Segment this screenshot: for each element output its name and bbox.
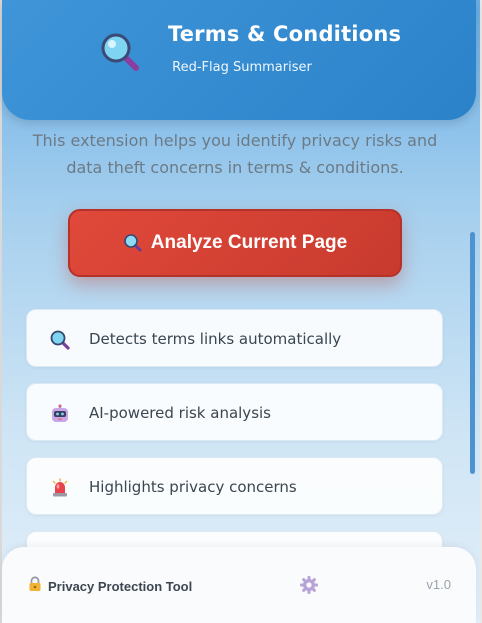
magnifying-glass-icon [49, 329, 71, 351]
lock-icon [28, 576, 42, 596]
description: This extension helps you identify privac… [32, 131, 438, 177]
version-label: v1.0 [426, 577, 451, 592]
robot-icon [49, 403, 71, 425]
feature-card-detects-terms: Detects terms links automatically [26, 309, 443, 367]
magnifying-glass-icon [98, 30, 144, 76]
analyze-button[interactable]: Analyze Current Page [68, 209, 402, 277]
footer-brand: Privacy Protection Tool [28, 576, 192, 596]
feature-card-highlights: Highlights privacy concerns [26, 457, 443, 515]
footer-label: Privacy Protection Tool [48, 578, 193, 594]
page-subtitle: Red-Flag Summariser [172, 60, 312, 75]
feature-card-ai-analysis: AI-powered risk analysis [26, 383, 443, 441]
footer: Privacy Protection Tool v1.0 [2, 547, 476, 623]
gear-icon[interactable] [298, 574, 320, 596]
scrollbar-thumb[interactable] [470, 232, 475, 474]
magnifying-glass-icon [123, 234, 142, 252]
feature-label: AI-powered risk analysis [89, 404, 271, 422]
siren-icon [49, 477, 71, 499]
feature-label: Detects terms links automatically [89, 330, 342, 348]
analyze-button-label: Analyze Current Page [150, 232, 348, 253]
page-title: Terms & Conditions [168, 22, 402, 46]
feature-label: Highlights privacy concerns [89, 478, 297, 496]
header: Terms & Conditions Red-Flag Summariser [2, 0, 476, 120]
